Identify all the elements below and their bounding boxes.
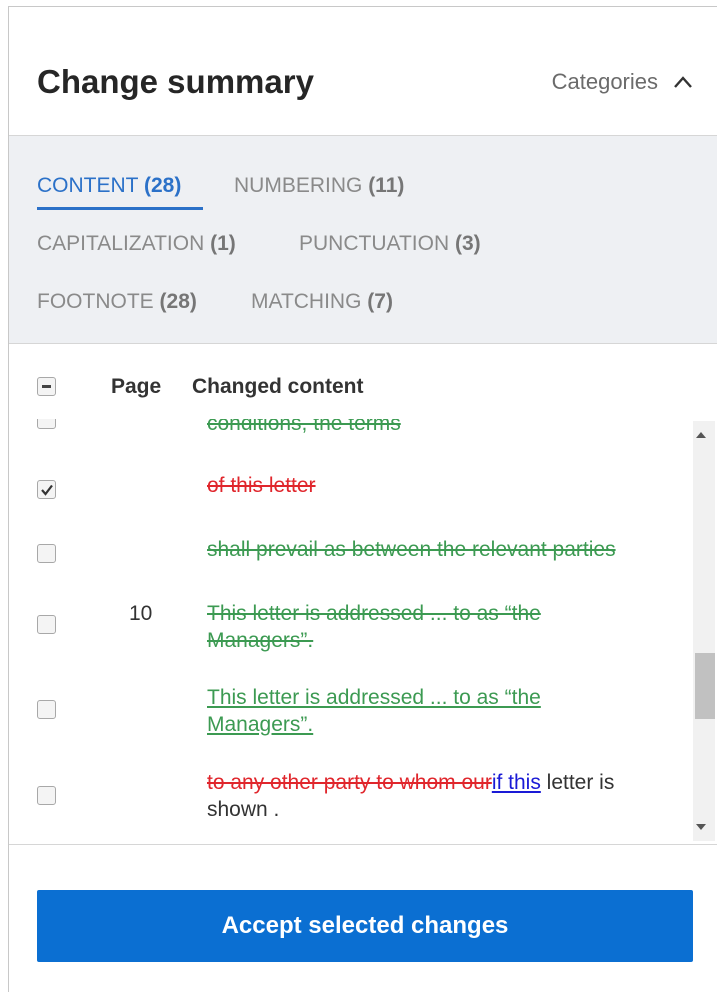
change-text: shall prevail as between the relevant pa… bbox=[207, 538, 616, 561]
tab-punctuation[interactable]: PUNCTUATION (3) bbox=[299, 232, 481, 256]
change-text: This letter is addressed ... to as “the … bbox=[207, 684, 541, 738]
panel-title: Change summary bbox=[37, 63, 314, 100]
column-header-page: Page bbox=[111, 375, 162, 398]
row-checkbox[interactable] bbox=[37, 544, 56, 563]
change-line-1: This letter is addressed ... to as “the bbox=[207, 602, 541, 625]
scroll-up-arrow-icon[interactable] bbox=[696, 432, 706, 438]
row-checkbox[interactable] bbox=[37, 615, 56, 634]
active-tab-indicator bbox=[37, 207, 203, 210]
tab-capitalization[interactable]: CAPITALIZATION (1) bbox=[37, 232, 236, 256]
scrollbar-track[interactable] bbox=[693, 421, 715, 841]
change-text: to any other party to whom ourif this le… bbox=[207, 769, 614, 823]
scroll-down-arrow-icon[interactable] bbox=[696, 824, 706, 830]
row-page-number: 10 bbox=[129, 602, 153, 625]
tab-label: NUMBERING bbox=[234, 174, 363, 197]
unchanged-text: letter is bbox=[540, 771, 615, 794]
accept-selected-changes-button[interactable]: Accept selected changes bbox=[37, 890, 693, 962]
tab-label: CAPITALIZATION bbox=[37, 232, 205, 255]
change-text: This letter is addressed ... to as “the … bbox=[207, 600, 541, 654]
row-checkbox[interactable] bbox=[37, 700, 56, 719]
change-summary-panel: Change summary Categories CONTENT (28) N… bbox=[8, 6, 717, 992]
footer-divider bbox=[9, 844, 717, 845]
tab-content[interactable]: CONTENT (28) bbox=[37, 174, 181, 198]
tab-count: (11) bbox=[368, 174, 405, 197]
change-text: of this letter bbox=[207, 474, 316, 497]
change-line-2: Managers”. bbox=[207, 629, 314, 652]
change-line-1: This letter is addressed ... to as “the bbox=[207, 686, 541, 709]
tab-label: FOOTNOTE bbox=[37, 290, 154, 313]
tab-label: CONTENT bbox=[37, 174, 139, 197]
inserted-text: if this bbox=[491, 771, 541, 794]
deleted-text: to any other party to whom our bbox=[207, 771, 492, 794]
tab-footnote[interactable]: FOOTNOTE (28) bbox=[37, 290, 197, 314]
column-header-changed-content: Changed content bbox=[192, 375, 364, 398]
change-line-2: Managers”. bbox=[207, 713, 314, 736]
tab-label: PUNCTUATION bbox=[299, 232, 450, 255]
check-icon bbox=[41, 484, 53, 496]
select-all-checkbox[interactable] bbox=[37, 377, 56, 396]
categories-label: Categories bbox=[551, 69, 658, 94]
tab-count: (28) bbox=[143, 174, 182, 197]
tab-numbering[interactable]: NUMBERING (11) bbox=[234, 174, 404, 198]
tab-count: (1) bbox=[210, 232, 236, 255]
change-text: conditions, the terms bbox=[207, 419, 401, 435]
categories-toggle[interactable]: Categories bbox=[552, 69, 694, 95]
scrollbar-thumb[interactable] bbox=[695, 653, 715, 719]
chevron-up-icon bbox=[674, 76, 692, 88]
tab-label: MATCHING bbox=[251, 290, 362, 313]
tab-count: (3) bbox=[454, 232, 481, 255]
row-checkbox[interactable] bbox=[37, 480, 56, 499]
tab-count: (7) bbox=[367, 290, 393, 313]
category-tabs: CONTENT (28) NUMBERING (11) CAPITALIZATI… bbox=[9, 136, 717, 344]
row-checkbox[interactable] bbox=[37, 419, 56, 429]
tab-count: (28) bbox=[159, 290, 197, 313]
change-line-2: shown . bbox=[207, 798, 280, 821]
tab-matching[interactable]: MATCHING (7) bbox=[251, 290, 393, 314]
changes-list[interactable]: conditions, the terms of this letter sha… bbox=[9, 419, 717, 843]
panel-header: Change summary Categories bbox=[9, 7, 717, 136]
row-checkbox[interactable] bbox=[37, 786, 56, 805]
